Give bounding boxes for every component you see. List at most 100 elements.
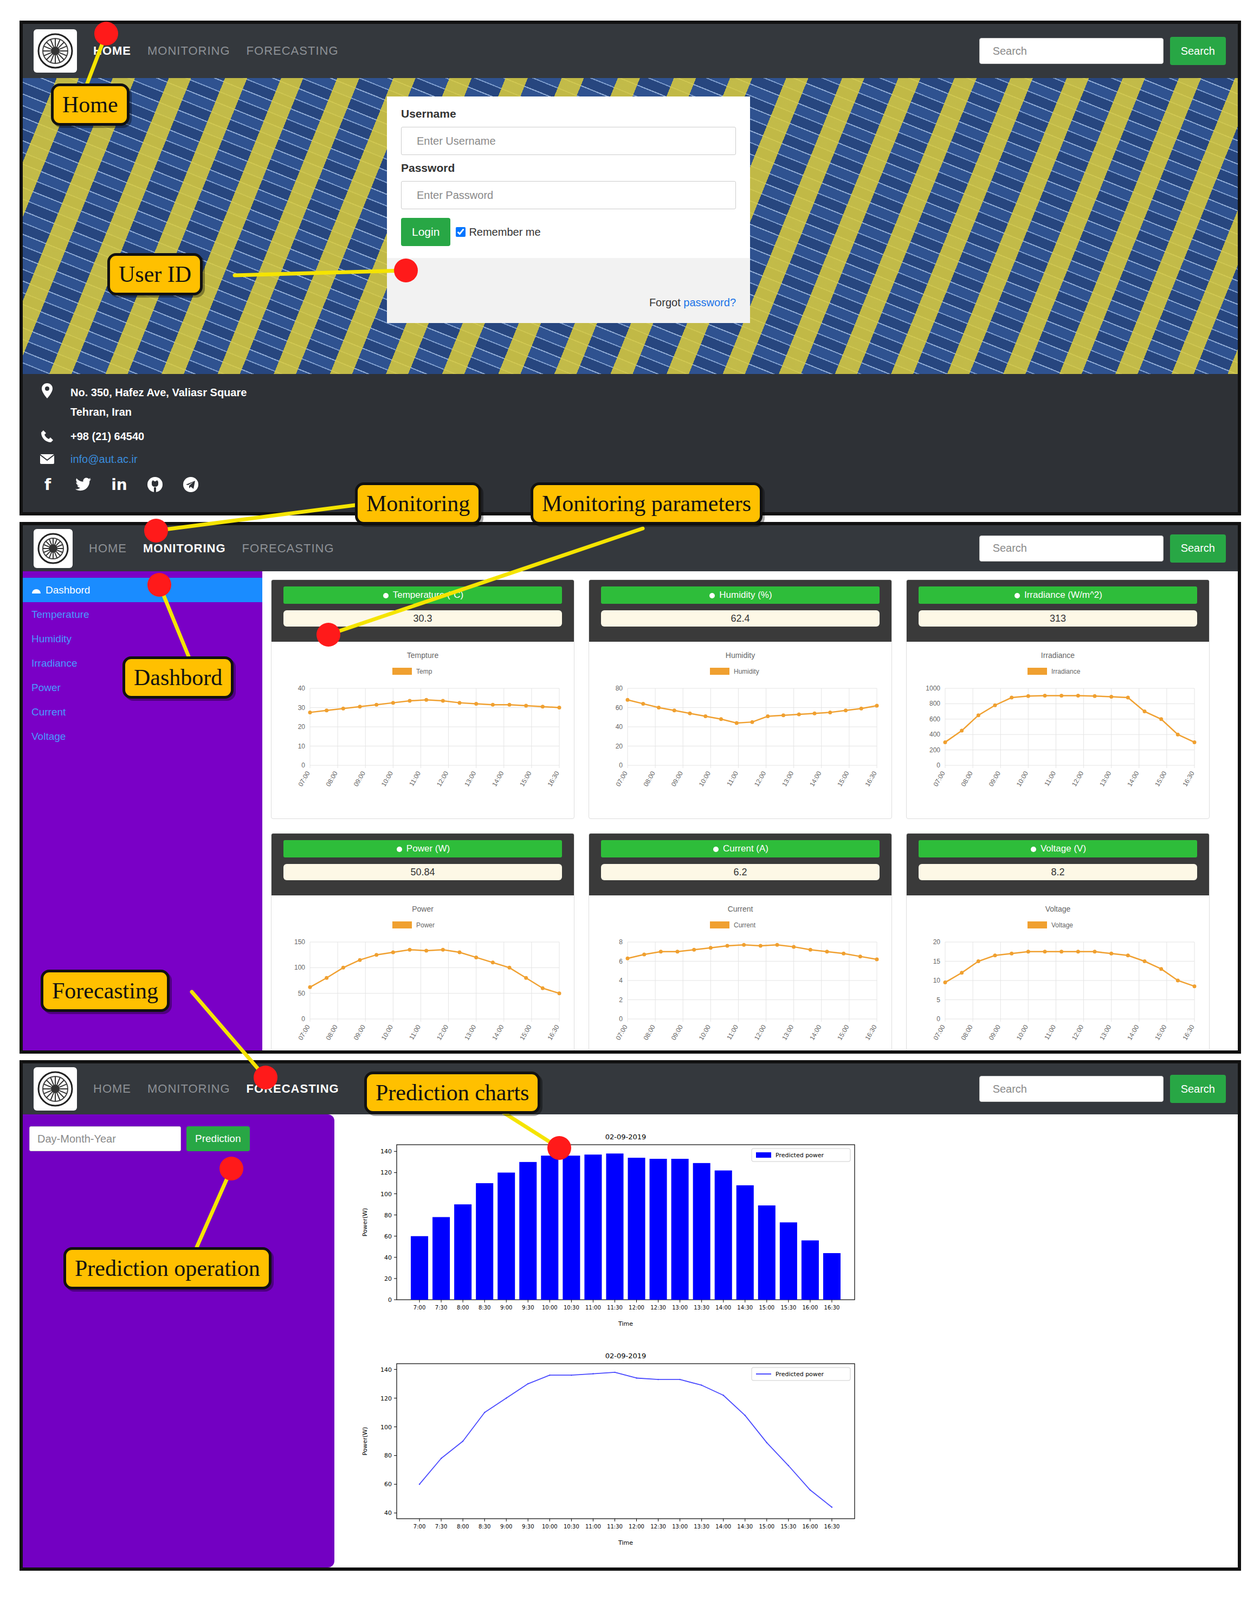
emblem-spoke [54, 38, 56, 47]
remember-checkbox[interactable] [455, 227, 466, 237]
y-tick: 20 [384, 1275, 392, 1283]
gridline [945, 688, 1195, 689]
data-point [324, 708, 329, 713]
linkedin-link[interactable]: in [110, 475, 128, 494]
data-point [875, 957, 880, 961]
telegram-link[interactable] [182, 475, 200, 494]
line-segment [658, 1378, 681, 1380]
nav-link[interactable]: FORECASTING [246, 41, 339, 61]
line-segment [571, 1373, 593, 1376]
envelope-body [40, 454, 55, 464]
legend-label: Current [733, 921, 756, 929]
sidebar-item[interactable]: Dashbord [22, 577, 263, 603]
line-segment [614, 1372, 637, 1379]
line-chart: PowerPower05010015007:0008:0009:0010:001… [276, 898, 570, 1051]
twitter-link[interactable] [74, 475, 93, 494]
sidebar-item[interactable]: Temperature [22, 602, 263, 627]
university-logo[interactable] [33, 29, 77, 73]
sidebar-item[interactable]: Current [22, 699, 263, 725]
search-button[interactable]: Search [1170, 534, 1226, 563]
remember-me[interactable]: Remember me [455, 225, 541, 239]
data-point [1059, 693, 1064, 698]
nav-link[interactable]: HOME [93, 41, 132, 61]
line-segment [788, 1465, 811, 1490]
y-tick: 0 [301, 761, 306, 770]
data-point [787, 1464, 790, 1466]
y-tick: 100 [380, 1190, 392, 1198]
gridline [309, 688, 560, 689]
facebook-link[interactable]: f [39, 475, 57, 494]
nav-link[interactable]: MONITORING [143, 539, 226, 558]
bar [584, 1154, 602, 1300]
university-logo[interactable] [33, 1067, 77, 1111]
sidebar-item[interactable]: Voltage [22, 724, 263, 749]
telegram-icon [182, 476, 199, 493]
email-link[interactable]: info@aut.ac.ir [70, 453, 138, 466]
data-point [440, 1457, 442, 1459]
nav-link[interactable]: HOME [93, 1079, 132, 1098]
nav-link[interactable]: MONITORING [147, 1079, 231, 1098]
gridline [945, 999, 1195, 1000]
university-logo[interactable] [33, 528, 73, 568]
username-input[interactable] [401, 126, 736, 155]
date-input[interactable] [29, 1126, 182, 1152]
bar [823, 1252, 841, 1300]
address-line: Tehran, Iran [70, 402, 247, 422]
data-point [1076, 693, 1081, 698]
sensor-label: Irradiance (W/m^2) [1024, 589, 1103, 601]
nav-link[interactable]: FORECASTING [246, 1079, 340, 1098]
login-button[interactable]: Login [401, 217, 451, 247]
data-point [490, 702, 495, 707]
bar [671, 1158, 689, 1300]
sensor-card: Current (A)6.2CurrentCurrent0246807:0008… [588, 832, 893, 1051]
gridline [475, 941, 477, 1022]
search-button[interactable]: Search [1170, 36, 1226, 66]
tick-mark [393, 1483, 397, 1485]
chart-title: Current [727, 904, 754, 914]
x-tick: 15:00 [758, 1304, 775, 1311]
prediction-button[interactable]: Prediction [186, 1126, 250, 1152]
location-pin-icon [41, 382, 54, 399]
callout-dot [144, 518, 168, 543]
tick-mark [393, 1214, 397, 1216]
data-point [1043, 693, 1048, 698]
data-point [719, 716, 723, 721]
card-chart: CurrentCurrent0246807:0008:0009:0010:001… [589, 895, 892, 1051]
gridline [365, 688, 366, 768]
data-point [741, 942, 746, 947]
dashboard-icon [31, 585, 42, 595]
sensor-icon [1013, 590, 1022, 600]
emblem-spoke [59, 1088, 68, 1090]
x-tick: 08:00 [324, 769, 340, 788]
forgot-link[interactable]: password? [683, 296, 736, 309]
callout-label: Dashbord [122, 656, 234, 699]
sensor-icon [1029, 844, 1038, 854]
data-point [341, 706, 346, 711]
gridline [627, 765, 877, 766]
search-input[interactable] [979, 535, 1164, 562]
series-line [945, 951, 1195, 987]
address-row: No. 350, Hafez Ave, Valiasr SquareTehran… [39, 382, 1222, 422]
github-link[interactable] [146, 475, 164, 494]
data-point [841, 951, 846, 956]
nav-link[interactable]: FORECASTING [242, 539, 335, 558]
password-input[interactable] [401, 181, 736, 210]
tick-mark [809, 1299, 811, 1303]
nav-link[interactable]: HOME [88, 539, 127, 558]
x-tick: 12:00 [435, 1023, 450, 1042]
sidebar-item[interactable]: Humidity [22, 626, 263, 651]
x-axis-label: Time [617, 1539, 633, 1547]
data-point [1109, 951, 1114, 956]
sensor-value: 50.84 [283, 863, 562, 881]
search-input[interactable] [979, 1075, 1164, 1102]
tick-mark [701, 1299, 702, 1303]
octocat-head [151, 480, 159, 487]
tick-mark [787, 1299, 789, 1303]
nav-link[interactable]: MONITORING [147, 41, 231, 61]
legend-label: Power [416, 921, 435, 929]
data-point [750, 720, 755, 725]
search-input[interactable] [979, 37, 1164, 64]
search-button[interactable]: Search [1170, 1074, 1226, 1103]
octocat-neck [153, 487, 157, 493]
y-tick: 10 [298, 742, 306, 751]
